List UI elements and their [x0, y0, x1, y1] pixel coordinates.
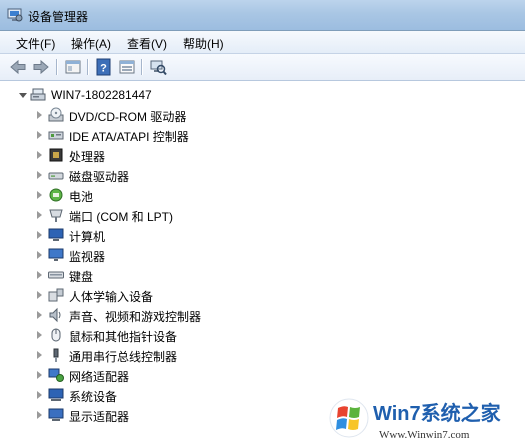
system-devices-icon: [48, 388, 64, 401]
properties-icon[interactable]: [64, 58, 82, 76]
tree-root-label: WIN7-1802281447: [51, 88, 152, 102]
expand-icon[interactable]: [37, 231, 42, 239]
tree-item-label: DVD/CD-ROM 驱动器: [69, 110, 187, 124]
tree-item[interactable]: 声音、视频和游戏控制器: [37, 306, 297, 324]
expand-icon[interactable]: [37, 351, 42, 359]
menu-help[interactable]: 帮助(H): [181, 35, 226, 52]
keyboard-icon: [48, 271, 64, 279]
back-arrow-icon[interactable]: [9, 58, 27, 76]
tree-item[interactable]: 显示适配器: [37, 406, 297, 424]
windows-logo-icon: [329, 398, 369, 438]
expand-icon[interactable]: [37, 251, 42, 259]
device-manager-icon: [7, 8, 23, 22]
network-adapter-icon: [48, 368, 64, 382]
view-icon[interactable]: [118, 58, 136, 76]
menu-action[interactable]: 操作(A): [69, 35, 113, 52]
expand-icon[interactable]: [37, 331, 42, 339]
tree-item-label: 键盘: [69, 270, 94, 284]
tree-item-label: 声音、视频和游戏控制器: [69, 310, 202, 324]
monitor-icon: [48, 248, 64, 261]
expand-icon[interactable]: [37, 391, 42, 399]
expand-icon[interactable]: [37, 311, 42, 319]
tree-item-label: 计算机: [69, 230, 106, 244]
ide-controller-icon: [48, 131, 64, 140]
expand-icon[interactable]: [37, 151, 42, 159]
device-tree: WIN7-1802281447 DVD/CD-ROM 驱动器 IDE ATA/A…: [0, 81, 525, 448]
tree-item[interactable]: 人体学输入设备: [37, 286, 277, 304]
expand-icon[interactable]: [37, 411, 42, 419]
tree-item-label: 人体学输入设备: [69, 290, 154, 304]
tree-item-label: 系统设备: [69, 390, 118, 404]
expand-icon[interactable]: [37, 211, 42, 219]
computer-monitor-icon: [48, 228, 64, 241]
tree-item-label: 通用串行总线控制器: [69, 350, 178, 364]
tree-item-label: 电池: [69, 190, 94, 204]
tree-item-label: 显示适配器: [69, 410, 130, 424]
display-adapter-icon: [48, 408, 64, 421]
tree-item-label: 网络适配器: [69, 370, 130, 384]
expand-icon[interactable]: [37, 171, 42, 179]
tree-item-label: 鼠标和其他指针设备: [69, 330, 178, 344]
processor-icon: [49, 148, 63, 162]
forward-arrow-icon[interactable]: [32, 58, 50, 76]
tree-item[interactable]: 端口 (COM 和 LPT): [37, 206, 277, 224]
port-icon: [49, 209, 63, 222]
help-icon[interactable]: ?: [95, 58, 113, 76]
menu-file[interactable]: 文件(F): [14, 35, 57, 52]
tree-item-label: 磁盘驱动器: [69, 170, 130, 184]
usb-icon: [53, 348, 59, 362]
tree-item[interactable]: 计算机: [37, 226, 277, 244]
watermark-brand: Win7系统之家: [373, 401, 502, 425]
tree-item[interactable]: 系统设备: [37, 386, 297, 404]
scan-hardware-icon[interactable]: [149, 58, 167, 76]
title-bar: 设备管理器: [0, 0, 525, 31]
tree-item[interactable]: 磁盘驱动器: [37, 166, 277, 184]
tree-item-label: 端口 (COM 和 LPT): [69, 210, 173, 224]
menu-view[interactable]: 查看(V): [125, 35, 169, 52]
tree-item[interactable]: 电池: [37, 186, 277, 204]
tree-item[interactable]: DVD/CD-ROM 驱动器: [37, 106, 277, 124]
tree-item[interactable]: 通用串行总线控制器: [37, 346, 297, 364]
expand-icon[interactable]: [37, 371, 42, 379]
battery-icon: [49, 188, 63, 202]
expand-icon[interactable]: [37, 291, 42, 299]
window-title: 设备管理器: [28, 10, 89, 24]
sound-icon: [49, 307, 61, 323]
tree-item-label: IDE ATA/ATAPI 控制器: [69, 130, 189, 144]
dvd-drive-icon: [48, 107, 64, 122]
tree-item[interactable]: 鼠标和其他指针设备: [37, 326, 297, 344]
toolbar-separator: [87, 59, 89, 75]
collapse-icon[interactable]: [19, 93, 27, 98]
hid-icon: [48, 288, 64, 302]
toolbar-separator: [141, 59, 143, 75]
toolbar: ?: [0, 54, 525, 81]
tree-item-label: 处理器: [69, 150, 106, 164]
expand-icon[interactable]: [37, 191, 42, 199]
menu-bar: 文件(F) 操作(A) 查看(V) 帮助(H): [0, 31, 525, 54]
tree-item[interactable]: IDE ATA/ATAPI 控制器: [37, 126, 277, 144]
tree-item[interactable]: 网络适配器: [37, 366, 297, 384]
watermark-url: Www.Winwin7.com: [379, 429, 470, 441]
watermark-logo: Win7系统之家 Www.Winwin7.com: [329, 398, 502, 441]
computer-icon: [30, 88, 46, 101]
tree-item[interactable]: 键盘: [37, 266, 277, 284]
tree-item[interactable]: 处理器: [37, 146, 277, 164]
svg-text:?: ?: [100, 63, 107, 75]
expand-icon[interactable]: [37, 131, 42, 139]
tree-root[interactable]: WIN7-1802281447: [19, 86, 219, 104]
mouse-icon: [51, 328, 61, 342]
disk-drive-icon: [48, 172, 64, 180]
expand-icon[interactable]: [37, 271, 42, 279]
tree-item[interactable]: 监视器: [37, 246, 277, 264]
tree-item-label: 监视器: [69, 250, 106, 264]
toolbar-separator: [56, 59, 58, 75]
expand-icon[interactable]: [37, 111, 42, 119]
